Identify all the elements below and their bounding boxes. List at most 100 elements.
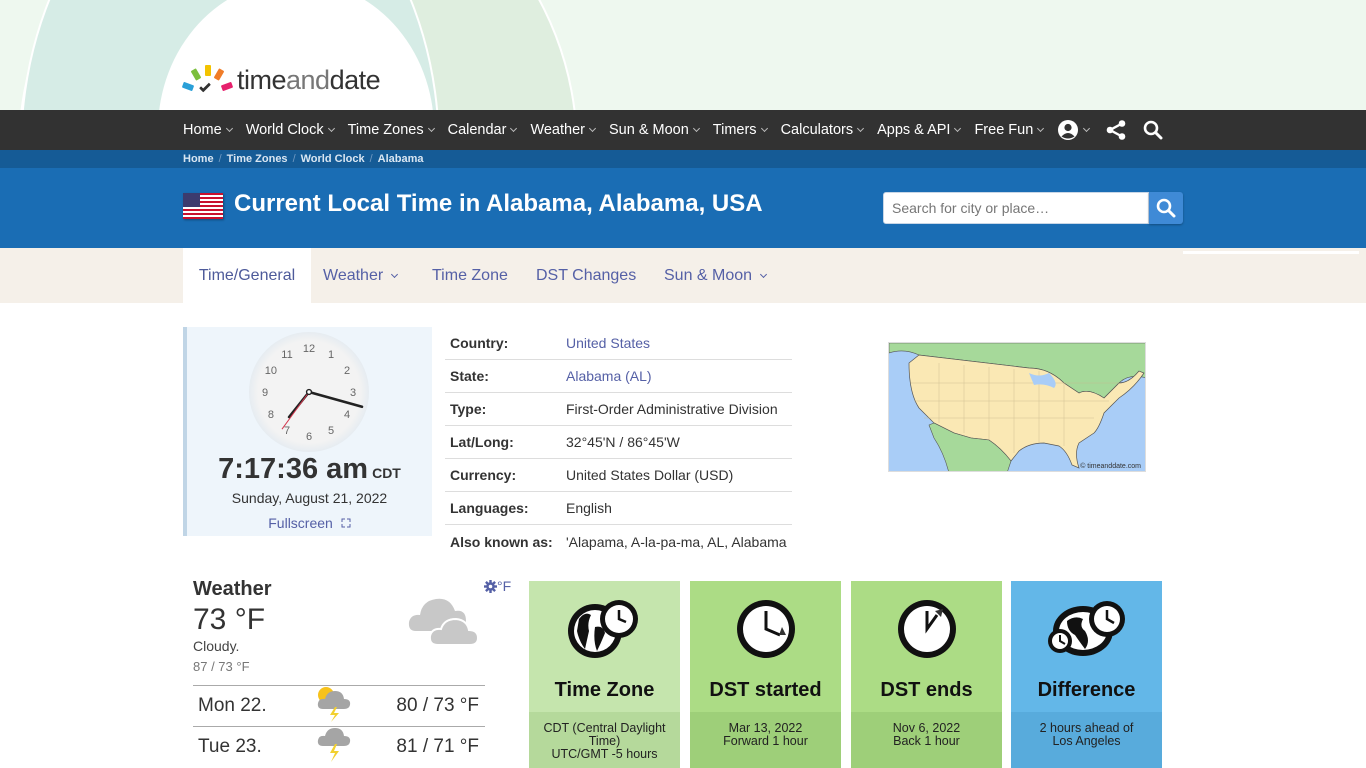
sub-tabs: Time/General Weather Time Zone DST Chang…: [0, 248, 1366, 303]
tab-time-general[interactable]: Time/General: [183, 248, 311, 303]
nav-item-time-zones[interactable]: Time Zones: [348, 122, 435, 138]
clock-number: 4: [344, 409, 350, 421]
map-copyright: © timeanddate.com: [1080, 463, 1141, 470]
forecast-day: Mon 22.: [198, 695, 267, 716]
clock-number: 7: [284, 425, 290, 437]
forecast-range: 80 / 73 °F: [396, 695, 479, 716]
nav-item-timers[interactable]: Timers: [713, 122, 768, 138]
weather-widget: Weather 73 °F Cloudy. 87 / 73 °F °F Mon …: [193, 578, 511, 762]
logo-icon: [181, 63, 235, 97]
tile-title: Time Zone: [554, 679, 655, 701]
breadcrumb-home[interactable]: Home: [183, 153, 214, 165]
breadcrumb-bar: Home / Time Zones / World Clock / Alabama: [0, 150, 1366, 168]
nav-item-free-fun[interactable]: Free Fun: [974, 122, 1045, 138]
tile-title: DST ends: [880, 679, 973, 701]
timezone-abbr: CDT: [372, 465, 401, 481]
tab-sun-moon[interactable]: Sun & Moon: [664, 248, 768, 303]
tile-title: DST started: [709, 679, 822, 701]
clock-number: 8: [268, 409, 274, 421]
search-icon: [1156, 198, 1176, 218]
state-link[interactable]: Alabama (AL): [566, 368, 652, 384]
tile-detail: Nov 6, 2022 Back 1 hour: [851, 712, 1002, 768]
analog-clock: 12 1234567891011: [249, 332, 369, 452]
digital-time: 7:17:36 am CDT: [187, 453, 432, 486]
chevron-down-icon: [391, 270, 399, 278]
forecast-row: Tue 23. 81 / 71 °F: [193, 726, 485, 767]
nav-item-sun-moon[interactable]: Sun & Moon: [609, 122, 700, 138]
tile-title: Difference: [1037, 679, 1136, 701]
chevron-down-icon: [327, 124, 335, 133]
nav-item-calculators[interactable]: Calculators: [781, 122, 865, 138]
chevron-down-icon: [760, 124, 768, 133]
info-row-aka: Also known as: 'Alapama, A-la-pa-ma, AL, …: [450, 533, 787, 550]
clock-number: 5: [328, 425, 334, 437]
current-date: Sunday, August 21, 2022: [231, 490, 388, 506]
chevron-down-icon: [1083, 124, 1091, 133]
page-title: Current Local Time in Alabama, Alabama, …: [234, 190, 763, 217]
breadcrumb: Home / Time Zones / World Clock / Alabama: [183, 153, 424, 165]
thunderstorm-icon: [313, 726, 373, 768]
temperature-range: 87 / 73 °F: [193, 659, 250, 674]
nav-item-apps-api[interactable]: Apps & API: [877, 122, 962, 138]
clock-number: 11: [281, 349, 292, 361]
chevron-down-icon: [225, 124, 233, 133]
header-banner: timeanddate: [0, 0, 1366, 110]
share-button[interactable]: [1105, 119, 1127, 141]
nav-item-calendar[interactable]: Calendar: [448, 122, 518, 138]
tile-detail: CDT (Central Daylight Time) UTC/GMT -5 ho…: [529, 712, 680, 768]
tab-time-zone[interactable]: Time Zone: [432, 248, 508, 303]
unit-settings-button[interactable]: °F: [484, 578, 511, 594]
location-map[interactable]: © timeanddate.com: [888, 342, 1146, 472]
tile-dst-started[interactable]: DST started Mar 13, 2022 Forward 1 hour: [690, 581, 841, 768]
clock-number: 1: [328, 349, 334, 361]
chevron-down-icon: [1037, 124, 1045, 133]
breadcrumb-time-zones[interactable]: Time Zones: [227, 153, 288, 165]
globe-clocks-icon: [1047, 601, 1125, 656]
tile-time-zone[interactable]: Time Zone CDT (Central Daylight Time) UTC…: [529, 581, 680, 768]
clock-number: 3: [350, 387, 356, 399]
nav-item-world-clock[interactable]: World Clock: [246, 122, 335, 138]
country-link[interactable]: United States: [566, 335, 650, 351]
tile-dst-ends[interactable]: DST ends Nov 6, 2022 Back 1 hour: [851, 581, 1002, 768]
account-menu[interactable]: [1057, 119, 1091, 141]
us-map-image: [889, 343, 1145, 471]
breadcrumb-alabama[interactable]: Alabama: [378, 153, 424, 165]
info-row-country: Country: United States: [445, 327, 792, 360]
clock-back-icon: [897, 600, 956, 658]
chevron-down-icon: [857, 124, 865, 133]
forecast-day: Tue 23.: [198, 736, 262, 757]
sun-thunderstorm-icon: [313, 685, 373, 728]
cloudy-icon: [408, 598, 480, 646]
breadcrumb-world-clock[interactable]: World Clock: [301, 153, 365, 165]
clock-number: 9: [262, 387, 268, 399]
nav-item-weather[interactable]: Weather: [530, 122, 597, 138]
forecast-row: Mon 22. 80 / 73 °F: [193, 685, 485, 726]
clock-number: 2: [344, 365, 350, 377]
site-logo[interactable]: timeanddate: [181, 62, 381, 98]
city-search-button[interactable]: [1149, 192, 1183, 224]
nav-item-home[interactable]: Home: [183, 122, 233, 138]
account-icon: [1058, 120, 1079, 140]
fullscreen-link[interactable]: Fullscreen: [187, 515, 432, 531]
tab-weather[interactable]: Weather: [323, 248, 399, 303]
tab-dst-changes[interactable]: DST Changes: [536, 248, 636, 303]
clock-number: 6: [306, 431, 312, 443]
info-row-languages: Languages: English: [445, 492, 792, 525]
clock-card: 12 1 2 3 4 5 6 7 8 9 10 11 7:17:36 am CDT Sunday, Au…: [183, 327, 432, 536]
info-row-currency: Currency: United States Dollar (USD): [445, 459, 792, 492]
location-info-table: Country: United States State: Alabama (AL)…: [445, 327, 792, 558]
main-nav: Home World Clock Time Zones Calendar Wea…: [0, 110, 1366, 150]
city-search-input[interactable]: [883, 192, 1149, 224]
search-button[interactable]: [1143, 120, 1163, 140]
clock-number: 10: [265, 365, 277, 377]
share-icon: [1106, 120, 1126, 140]
clock-number: 12: [303, 343, 315, 355]
tile-difference[interactable]: Difference 2 hours ahead of Los Angeles: [1011, 581, 1162, 768]
chevron-down-icon: [427, 124, 435, 133]
us-flag-icon: [183, 193, 223, 219]
current-time: 7:17:36 am: [218, 453, 369, 485]
forecast-range: 81 / 71 °F: [396, 736, 479, 757]
chevron-down-icon: [692, 124, 700, 133]
divider: [1183, 251, 1359, 254]
title-bar: Current Local Time in Alabama, Alabama, …: [0, 168, 1366, 248]
